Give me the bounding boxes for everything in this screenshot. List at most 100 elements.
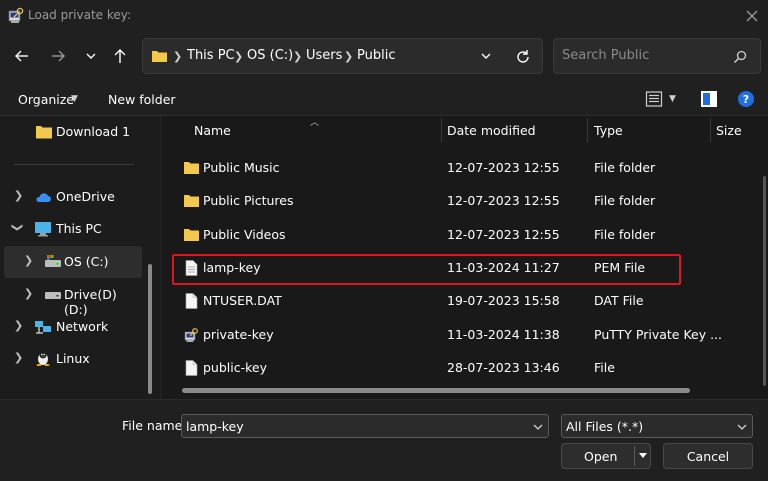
file-name-value: lamp-key: [186, 419, 244, 434]
search-input[interactable]: Search Public: [553, 38, 761, 74]
file-name: Public Music: [203, 160, 280, 175]
chevron-down-icon[interactable]: [479, 49, 493, 63]
column-separator[interactable]: [441, 118, 442, 142]
column-header-size[interactable]: Size: [716, 116, 742, 144]
file-date: 12-07-2023 12:55: [447, 227, 560, 242]
breadcrumb-os-c[interactable]: OS (C:): [247, 48, 293, 63]
file-name: Public Pictures: [203, 193, 294, 208]
sidebar-item-this-pc[interactable]: ❯ This PC: [4, 213, 142, 245]
chevron-right-icon[interactable]: ❯: [24, 254, 33, 267]
sidebar-item-label: OneDrive: [56, 189, 115, 204]
sidebar-item-os-c[interactable]: ❯ OS (C:): [4, 246, 142, 278]
chevron-down-icon[interactable]: [736, 421, 748, 433]
caret-down-icon[interactable]: ▼: [669, 94, 676, 104]
column-header-label: Name: [194, 122, 231, 138]
recent-locations-button[interactable]: [79, 44, 103, 68]
up-button[interactable]: [108, 44, 132, 68]
navigation-pane: Download 1 ❯ OneDrive ❯ This PC ❯ OS (C:…: [0, 116, 160, 399]
column-header-name[interactable]: Name: [194, 116, 231, 144]
sidebar-item-download-1[interactable]: Download 1: [4, 116, 142, 148]
table-row[interactable]: Public Videos 12-07-2023 12:55 File fold…: [170, 219, 760, 251]
sidebar-divider: [14, 164, 134, 165]
file-date: 11-03-2024 11:38: [447, 327, 560, 342]
open-button[interactable]: Open: [561, 443, 651, 469]
folder-icon: [184, 195, 199, 207]
cancel-button[interactable]: Cancel: [663, 443, 753, 469]
highlight-box: [172, 254, 681, 285]
column-separator[interactable]: [710, 118, 711, 142]
table-row[interactable]: Public Pictures 12-07-2023 12:55 File fo…: [170, 185, 760, 217]
navigation-bar: ❯ This PC ❯ OS (C:) ❯ Users ❯ Public Sea…: [0, 32, 768, 82]
cloud-icon: [36, 193, 51, 202]
putty-key-icon: [8, 7, 24, 23]
file-name-field[interactable]: lamp-key: [181, 414, 549, 438]
table-row[interactable]: NTUSER.DAT 19-07-2023 15:58 DAT File: [170, 285, 760, 317]
file-type: File: [594, 360, 615, 375]
title-bar: Load private key:: [0, 0, 768, 32]
organize-button[interactable]: Organize: [18, 92, 74, 107]
search-icon[interactable]: [732, 49, 748, 65]
sidebar-scrollbar[interactable]: [148, 264, 152, 394]
file-type: PuTTY Private Key ...: [594, 327, 723, 342]
sort-ascending-icon: ︿: [310, 118, 320, 128]
chevron-right-icon[interactable]: ❯: [14, 189, 23, 202]
column-header-date-modified[interactable]: Date modified: [447, 116, 536, 144]
close-icon[interactable]: [742, 6, 762, 26]
sidebar-item-label: OS (C:): [64, 254, 109, 269]
file-type-value: All Files (*.*): [566, 419, 644, 434]
file-type: File folder: [594, 193, 656, 208]
sidebar-item-label: Download 1: [56, 124, 131, 139]
column-header-label: Size: [716, 122, 742, 138]
arrow-up-icon: [114, 49, 126, 63]
column-header-type[interactable]: Type: [594, 116, 623, 144]
breadcrumb-this-pc[interactable]: This PC: [187, 48, 235, 63]
chevron-down-icon[interactable]: [532, 421, 544, 433]
new-folder-button[interactable]: New folder: [108, 92, 176, 107]
table-row[interactable]: private-key 11-03-2024 11:38 PuTTY Priva…: [170, 319, 760, 351]
sidebar-item-label: Linux: [56, 351, 90, 366]
file-name: public-key: [203, 360, 268, 375]
breadcrumb-public[interactable]: Public: [357, 48, 395, 63]
breadcrumb-separator-icon: ❯: [173, 50, 183, 63]
sidebar-item-drive-d[interactable]: ❯ Drive(D) (D:): [4, 279, 142, 317]
file-type-select[interactable]: All Files (*.*): [561, 414, 753, 438]
forward-button[interactable]: [46, 44, 70, 68]
linux-icon: [36, 351, 50, 366]
address-bar[interactable]: ❯ This PC ❯ OS (C:) ❯ Users ❯ Public: [142, 38, 543, 74]
horizontal-scrollbar[interactable]: [182, 388, 690, 393]
table-row[interactable]: public-key 28-07-2023 13:46 File: [170, 352, 760, 384]
sidebar-item-onedrive[interactable]: ❯ OneDrive: [4, 181, 142, 213]
chevron-right-icon[interactable]: ❯: [14, 319, 23, 332]
file-type: DAT File: [594, 293, 644, 308]
back-button[interactable]: [10, 44, 34, 68]
column-header-label: Date modified: [447, 122, 536, 138]
file-name: NTUSER.DAT: [203, 293, 282, 308]
sidebar-item-network[interactable]: ❯ Network: [4, 311, 142, 343]
chevron-right-icon[interactable]: ❯: [24, 287, 33, 300]
search-placeholder: Search Public: [562, 48, 650, 63]
file-type: File folder: [594, 227, 656, 242]
column-header-label: Type: [594, 122, 623, 138]
column-separator[interactable]: [587, 118, 588, 142]
breadcrumb-separator-icon: ❯: [293, 50, 303, 63]
preview-pane-icon[interactable]: [700, 90, 718, 108]
folder-icon: [36, 126, 52, 139]
file-icon: [185, 293, 198, 309]
arrow-left-icon: [15, 50, 28, 62]
refresh-icon[interactable]: [513, 47, 533, 67]
breadcrumb-users[interactable]: Users: [306, 48, 342, 63]
file-date: 12-07-2023 12:55: [447, 193, 560, 208]
sidebar-item-linux[interactable]: ❯ Linux: [4, 343, 142, 375]
open-button-label: Open: [584, 449, 618, 464]
chevron-right-icon[interactable]: ❯: [14, 351, 23, 364]
caret-down-icon[interactable]: [638, 450, 648, 460]
caret-down-icon: ▼: [71, 94, 78, 104]
folder-icon: [152, 51, 167, 62]
chevron-down-icon: [86, 53, 96, 59]
vertical-scrollbar[interactable]: [763, 176, 766, 386]
chevron-down-icon[interactable]: ❯: [11, 223, 24, 232]
help-icon[interactable]: ?: [737, 90, 755, 108]
svg-text:?: ?: [743, 93, 749, 106]
table-row[interactable]: Public Music 12-07-2023 12:55 File folde…: [170, 152, 760, 184]
view-list-icon[interactable]: [645, 90, 663, 108]
